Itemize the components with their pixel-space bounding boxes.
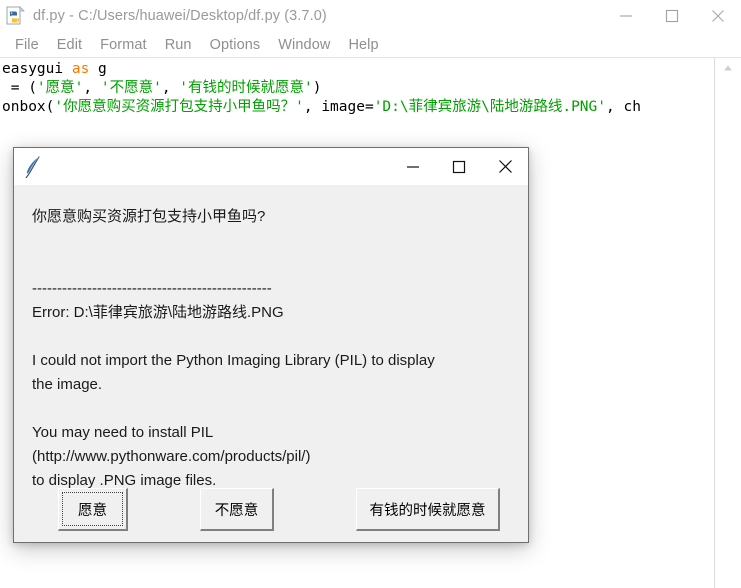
code-token-plain: , ch (606, 99, 641, 115)
idle-window-controls (603, 0, 741, 32)
code-token-plain: , image= (303, 99, 374, 115)
dialog-message-text: 你愿意购买资源打包支持小甲鱼吗? -----------------------… (32, 208, 435, 489)
code-line: = ('愿意', '不愿意', '有钱的时候就愿意') (2, 79, 713, 98)
idle-minimize-button[interactable] (603, 0, 649, 32)
rich-later-button-label: 有钱的时候就愿意 (369, 502, 486, 519)
dialog-close-button[interactable] (482, 148, 528, 185)
code-token-plain: , (83, 80, 101, 96)
menu-item-help[interactable]: Help (339, 37, 387, 53)
dialog-titlebar[interactable] (14, 148, 528, 185)
menu-item-file[interactable]: File (6, 37, 48, 53)
code-token-keyword: as (71, 61, 90, 77)
code-token-string: '有钱的时候就愿意' (179, 80, 313, 96)
no-button[interactable]: 不愿意 (200, 488, 274, 531)
focus-ring (62, 492, 123, 526)
code-token-plain: , (161, 80, 180, 96)
easygui-buttonbox-dialog: 你愿意购买资源打包支持小甲鱼吗? -----------------------… (13, 147, 529, 543)
menu-item-window[interactable]: Window (269, 37, 339, 53)
no-button-label: 不愿意 (214, 502, 259, 519)
code-line: easygui as g (2, 60, 713, 79)
menu-item-options[interactable]: Options (201, 37, 270, 53)
idle-menubar: File Edit Format Run Options Window Help (0, 32, 741, 58)
menu-item-run[interactable]: Run (156, 37, 201, 53)
code-token-plain: = ( (2, 80, 37, 96)
menu-item-format[interactable]: Format (91, 37, 156, 53)
idle-maximize-button[interactable] (649, 0, 695, 32)
code-token-string: 'D:\菲律宾旅游\陆地游路线.PNG' (373, 99, 606, 115)
menu-item-edit[interactable]: Edit (48, 37, 91, 53)
dialog-maximize-button[interactable] (436, 148, 482, 185)
yes-button[interactable]: 愿意 (58, 488, 128, 531)
code-token-plain: easygui (2, 61, 72, 77)
code-token-plain: g (89, 61, 107, 77)
idle-title-text: df.py - C:/Users/huawei/Desktop/df.py (3… (33, 8, 327, 24)
scroll-up-arrow-icon[interactable] (715, 58, 741, 78)
tkinter-feather-icon (22, 155, 44, 179)
idle-close-button[interactable] (695, 0, 741, 32)
dialog-window-controls (390, 148, 528, 185)
code-token-string: '你愿意购买资源打包支持小甲鱼吗？' (54, 99, 304, 115)
code-token-plain: ) (312, 80, 322, 96)
editor-vertical-scrollbar[interactable] (714, 58, 741, 588)
rich-later-button[interactable]: 有钱的时候就愿意 (356, 488, 500, 531)
idle-titlebar[interactable]: df.py - C:/Users/huawei/Desktop/df.py (3… (0, 0, 741, 32)
code-token-string: '不愿意' (100, 80, 162, 96)
python-idle-icon (6, 6, 26, 26)
dialog-body: 你愿意购买资源打包支持小甲鱼吗? -----------------------… (14, 185, 528, 542)
code-token-plain: onbox( (2, 99, 55, 115)
code-text-area[interactable]: easygui as g = ('愿意', '不愿意', '有钱的时候就愿意')… (0, 58, 713, 117)
dialog-minimize-button[interactable] (390, 148, 436, 185)
code-token-string: '愿意' (36, 80, 84, 96)
dialog-button-row: 愿意 不愿意 有钱的时候就愿意 (14, 488, 528, 534)
code-line: onbox('你愿意购买资源打包支持小甲鱼吗？', image='D:\菲律宾旅… (2, 98, 713, 117)
